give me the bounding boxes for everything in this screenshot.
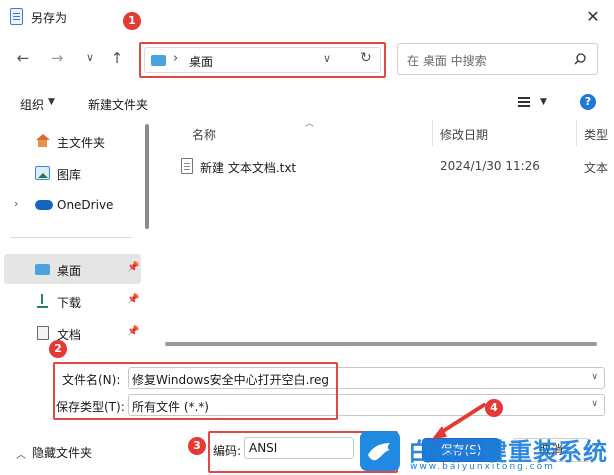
expand-chevron-icon[interactable]: ›: [14, 197, 18, 210]
sidebar-item-label: 主文件夹: [57, 136, 106, 150]
breadcrumb-chevron-icon[interactable]: ›: [173, 51, 178, 66]
table-row[interactable]: 新建 文本文档.txt 2024/1/30 11:26 文本: [178, 156, 614, 178]
file-type: 文本: [584, 161, 609, 175]
notepad-icon: [10, 8, 23, 25]
help-icon[interactable]: ?: [580, 94, 596, 110]
save-button[interactable]: 保存(S): [422, 438, 500, 462]
pin-icon: 📌: [127, 294, 140, 305]
organize-caret-icon[interactable]: ▼: [48, 97, 55, 107]
filetype-select[interactable]: 所有文件 (*.*) ∨: [128, 394, 605, 416]
view-caret-icon[interactable]: ▼: [540, 97, 547, 107]
step-marker-3: 3: [188, 437, 206, 455]
sidebar-item-documents[interactable]: 文档 📌: [4, 318, 141, 348]
pin-icon: 📌: [127, 326, 140, 337]
step-marker-4: 4: [485, 399, 503, 417]
sidebar-scrollbar[interactable]: [145, 124, 149, 229]
organize-menu[interactable]: 组织: [20, 96, 44, 113]
sort-ascending-icon: ︿: [305, 119, 315, 129]
sidebar-divider: [10, 237, 132, 238]
documents-icon: [37, 326, 49, 340]
search-icon: [574, 53, 586, 65]
filetype-label: 保存类型(T):: [56, 400, 125, 414]
new-folder-button[interactable]: 新建文件夹: [88, 96, 148, 113]
column-divider[interactable]: [432, 120, 433, 146]
window-title: 另存为: [31, 11, 68, 25]
filename-dropdown-icon[interactable]: ∨: [591, 372, 598, 382]
collapse-chevron-icon[interactable]: ︿: [16, 446, 26, 461]
column-header-name[interactable]: 名称: [192, 126, 216, 143]
desktop-folder-icon: [151, 55, 166, 66]
step-marker-2: 2: [49, 340, 67, 358]
step-marker-1: 1: [123, 12, 141, 30]
dialog-footer: ︿ 隐藏文件夹 编码: ANSI 保存(S) 取消: [0, 425, 614, 475]
breadcrumb-desktop[interactable]: 桌面: [189, 53, 213, 70]
sidebar-item-desktop[interactable]: 桌面 📌: [4, 254, 141, 284]
forward-arrow-icon[interactable]: →: [46, 47, 68, 69]
home-icon: [35, 134, 50, 148]
pin-icon: 📌: [127, 262, 140, 273]
encoding-label: 编码:: [213, 444, 242, 458]
file-modified: 2024/1/30 11:26: [440, 159, 540, 173]
back-arrow-icon[interactable]: ←: [12, 47, 34, 69]
filename-field[interactable]: 修复Windows安全中心打开空白.reg ∨: [128, 367, 605, 389]
encoding-select[interactable]: ANSI: [244, 437, 354, 459]
download-icon: [35, 294, 50, 308]
search-placeholder: 在 桌面 中搜索: [407, 54, 487, 68]
scrollbar-thumb[interactable]: [165, 342, 597, 346]
column-header-modified[interactable]: 修改日期: [440, 126, 488, 143]
encoding-value: ANSI: [249, 441, 278, 455]
column-divider[interactable]: [576, 120, 577, 146]
onedrive-cloud-icon: [35, 200, 53, 210]
sidebar-item-label: 桌面: [57, 264, 82, 278]
sidebar-item-label: 图库: [57, 168, 82, 182]
cancel-button[interactable]: 取消: [512, 438, 590, 462]
sidebar-item-label: OneDrive: [57, 198, 114, 212]
hide-folders-toggle[interactable]: 隐藏文件夹: [32, 444, 92, 461]
sidebar-item-downloads[interactable]: 下载 📌: [4, 286, 141, 316]
filename-value: 修复Windows安全中心打开空白.reg: [132, 373, 330, 387]
recent-locations-chevron-icon[interactable]: ∨: [79, 47, 101, 69]
refresh-icon[interactable]: ↻: [360, 50, 372, 66]
address-dropdown-icon[interactable]: ∨: [323, 52, 331, 65]
text-file-icon: [181, 158, 193, 174]
title-bar: 另存为 ✕: [0, 0, 614, 34]
view-options-icon[interactable]: [518, 97, 530, 107]
sidebar-item-onedrive[interactable]: › OneDrive: [4, 190, 141, 220]
sidebar-item-home[interactable]: 主文件夹: [4, 126, 141, 156]
gallery-icon: [35, 166, 50, 180]
filetype-dropdown-icon[interactable]: ∨: [591, 399, 598, 409]
search-input[interactable]: 在 桌面 中搜索: [397, 43, 598, 75]
navigation-pane: 主文件夹 图库 › OneDrive 桌面 📌 下载 📌 文档 📌: [0, 120, 150, 355]
filename-label: 文件名(N):: [62, 373, 121, 387]
close-button[interactable]: ✕: [582, 6, 604, 28]
column-header-type[interactable]: 类型: [584, 126, 608, 143]
address-bar[interactable]: › 桌面 ∨ ↻: [139, 42, 386, 78]
sidebar-item-label: 下载: [57, 296, 82, 310]
command-toolbar: 组织 ▼ 新建文件夹 ▼ ?: [0, 86, 614, 120]
sidebar-item-gallery[interactable]: 图库: [4, 158, 141, 188]
horizontal-scrollbar[interactable]: [160, 341, 614, 347]
up-arrow-icon[interactable]: ↑: [106, 47, 128, 69]
address-field[interactable]: › 桌面 ∨ ↻: [144, 47, 381, 73]
file-list: 名称 ︿ 修改日期 类型 新建 文本文档.txt 2024/1/30 11:26…: [160, 119, 614, 340]
filetype-value: 所有文件 (*.*): [132, 400, 209, 414]
file-name: 新建 文本文档.txt: [200, 161, 297, 175]
desktop-icon: [35, 264, 50, 275]
